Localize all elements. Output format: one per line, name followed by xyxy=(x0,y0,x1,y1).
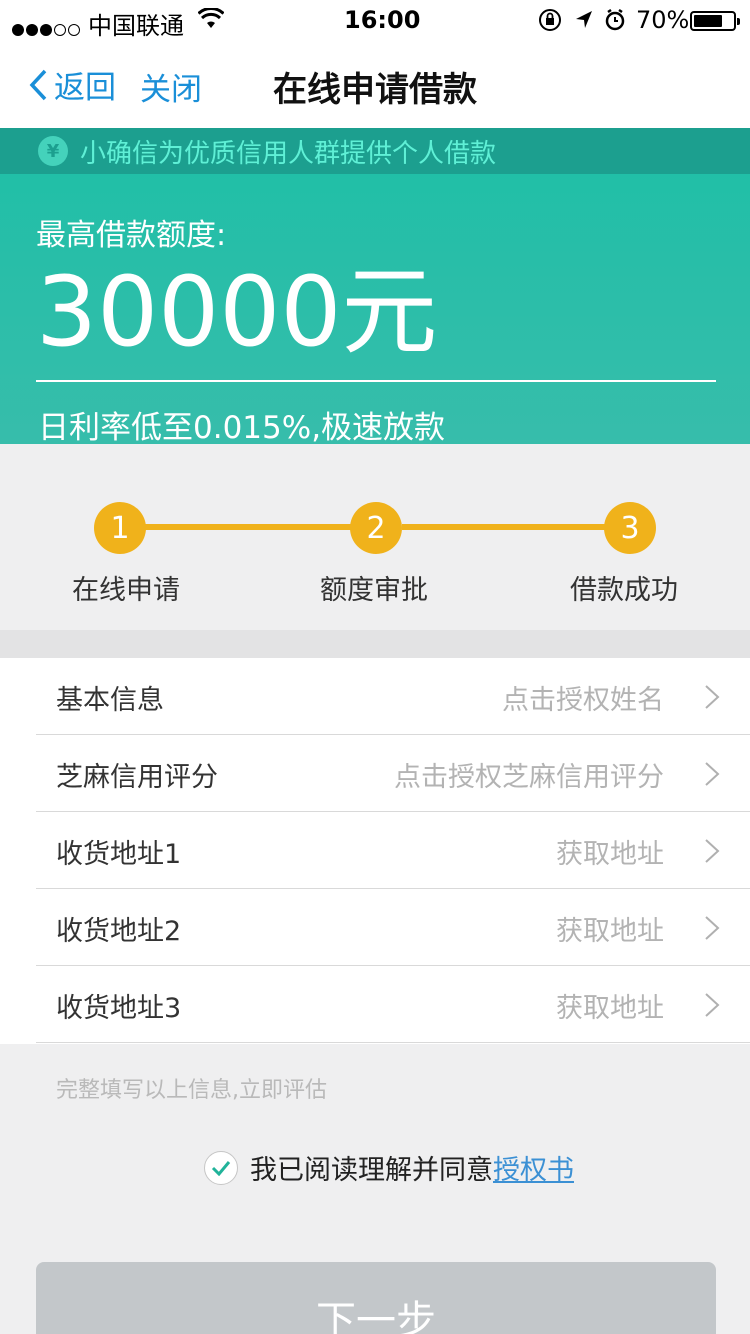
divider-line xyxy=(36,380,716,382)
agreement-row: 我已阅读理解并同意 授权书 xyxy=(204,1148,574,1187)
row-hint: 点击授权姓名 xyxy=(502,685,664,716)
row-hint: 获取地址 xyxy=(556,993,664,1024)
wifi-icon xyxy=(197,6,225,36)
interest-rate-text: 日利率低至0.015%,极速放款 xyxy=(38,410,446,446)
form-note: 完整填写以上信息,立即评估 xyxy=(56,1078,327,1103)
step-2-label: 额度审批 xyxy=(320,575,428,606)
chevron-right-icon xyxy=(705,762,720,786)
row-hint: 获取地址 xyxy=(556,916,664,947)
authorization-link[interactable]: 授权书 xyxy=(493,1148,574,1187)
chevron-right-icon xyxy=(705,916,720,940)
carrier-name: 中国联通 xyxy=(88,12,184,40)
row-label: 基本信息 xyxy=(56,685,164,716)
progress-steps: 1 2 3 在线申请 额度审批 借款成功 xyxy=(0,444,750,630)
row-hint: 点击授权芝麻信用评分 xyxy=(394,762,664,793)
alarm-icon xyxy=(605,8,625,31)
clock-time: 16:00 xyxy=(344,6,421,34)
chevron-right-icon xyxy=(705,839,720,863)
yen-icon: ¥ xyxy=(38,136,68,166)
step-3-label: 借款成功 xyxy=(570,575,678,606)
row-label: 收货地址1 xyxy=(56,839,182,870)
step-2-badge: 2 xyxy=(350,502,402,554)
step-1-label: 在线申请 xyxy=(72,575,180,606)
signal-strength-icon xyxy=(12,14,82,42)
max-limit-amount: 30000元 xyxy=(36,256,438,368)
max-limit-label: 最高借款额度: xyxy=(36,218,227,253)
status-bar: 中国联通 16:00 70% xyxy=(0,0,750,40)
row-label: 收货地址2 xyxy=(56,916,182,947)
row-label: 收货地址3 xyxy=(56,993,182,1024)
chevron-right-icon xyxy=(705,685,720,709)
list-item-sesame-credit[interactable]: 芝麻信用评分 点击授权芝麻信用评分 xyxy=(36,735,750,812)
section-divider xyxy=(0,630,750,658)
step-1-badge: 1 xyxy=(94,502,146,554)
step-connector xyxy=(402,524,606,530)
row-hint: 获取地址 xyxy=(556,839,664,870)
battery-icon xyxy=(690,11,740,31)
page-title: 在线申请借款 xyxy=(273,70,477,110)
step-3-badge: 3 xyxy=(604,502,656,554)
list-item-address-1[interactable]: 收货地址1 获取地址 xyxy=(36,812,750,889)
list-item-basic-info[interactable]: 基本信息 点击授权姓名 xyxy=(36,658,750,735)
list-item-address-3[interactable]: 收货地址3 获取地址 xyxy=(36,966,750,1043)
navigation-bar: 返回 关闭 在线申请借款 xyxy=(0,40,750,128)
location-arrow-icon xyxy=(576,11,592,28)
promo-banner: ¥ 小确信为优质信用人群提供个人借款 xyxy=(0,128,750,174)
checkmark-icon xyxy=(211,1160,231,1176)
agreement-text: 我已阅读理解并同意 xyxy=(250,1155,493,1186)
info-list: 基本信息 点击授权姓名 芝麻信用评分 点击授权芝麻信用评分 收货地址1 获取地址… xyxy=(0,658,750,1044)
status-icons xyxy=(538,8,628,38)
list-item-address-2[interactable]: 收货地址2 获取地址 xyxy=(36,889,750,966)
banner-text: 小确信为优质信用人群提供个人借款 xyxy=(80,138,497,169)
step-connector xyxy=(144,524,354,530)
loan-limit-panel: 最高借款额度: 30000元 日利率低至0.015%,极速放款 xyxy=(0,174,750,446)
next-step-button[interactable]: 下一步 xyxy=(36,1262,716,1334)
chevron-right-icon xyxy=(705,993,720,1017)
agreement-checkbox[interactable] xyxy=(204,1150,238,1185)
rotation-lock-icon xyxy=(539,9,561,31)
row-label: 芝麻信用评分 xyxy=(56,762,218,793)
battery-percentage: 70% xyxy=(636,6,690,34)
